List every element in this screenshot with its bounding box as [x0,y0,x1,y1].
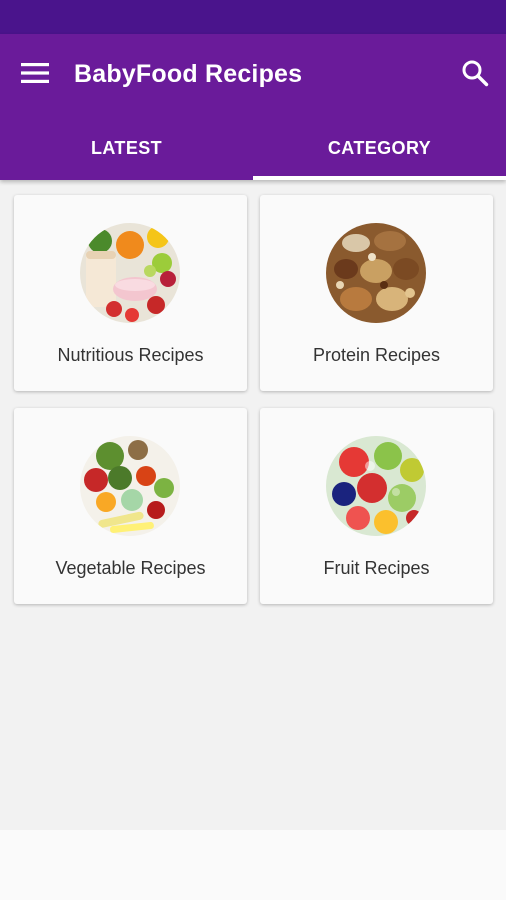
tab-category-label: CATEGORY [327,137,432,158]
nuts-image [326,223,426,323]
tab-latest[interactable]: LATEST [0,122,253,180]
category-card-vegetable[interactable]: Vegetable Recipes [14,408,247,604]
bottom-area [0,830,506,900]
tab-selected-indicator [253,176,506,180]
tab-latest-label: LATEST [90,137,163,158]
fruits-image [326,436,426,536]
category-name: Protein Recipes [312,345,441,365]
search-button[interactable] [458,56,492,90]
category-card-protein[interactable]: Protein Recipes [260,195,493,391]
hamburger-menu-icon [21,63,49,83]
app-title: BabyFood Recipes [74,60,303,88]
nutritious-food-image [80,223,180,323]
search-icon [462,60,489,87]
category-name: Nutritious Recipes [57,345,204,365]
category-name: Fruit Recipes [323,558,430,578]
category-name: Vegetable Recipes [55,558,206,578]
category-card-fruit[interactable]: Fruit Recipes [260,408,493,604]
tab-category[interactable]: CATEGORY [253,122,506,180]
app-bar: BabyFood Recipes LATEST CATEGORY [0,34,506,180]
category-card-nutritious[interactable]: Nutritious Recipes [14,195,247,391]
status-bar [0,0,506,34]
tab-bar: LATEST CATEGORY [0,122,506,180]
menu-button[interactable] [14,58,56,88]
vegetables-image [80,436,180,536]
